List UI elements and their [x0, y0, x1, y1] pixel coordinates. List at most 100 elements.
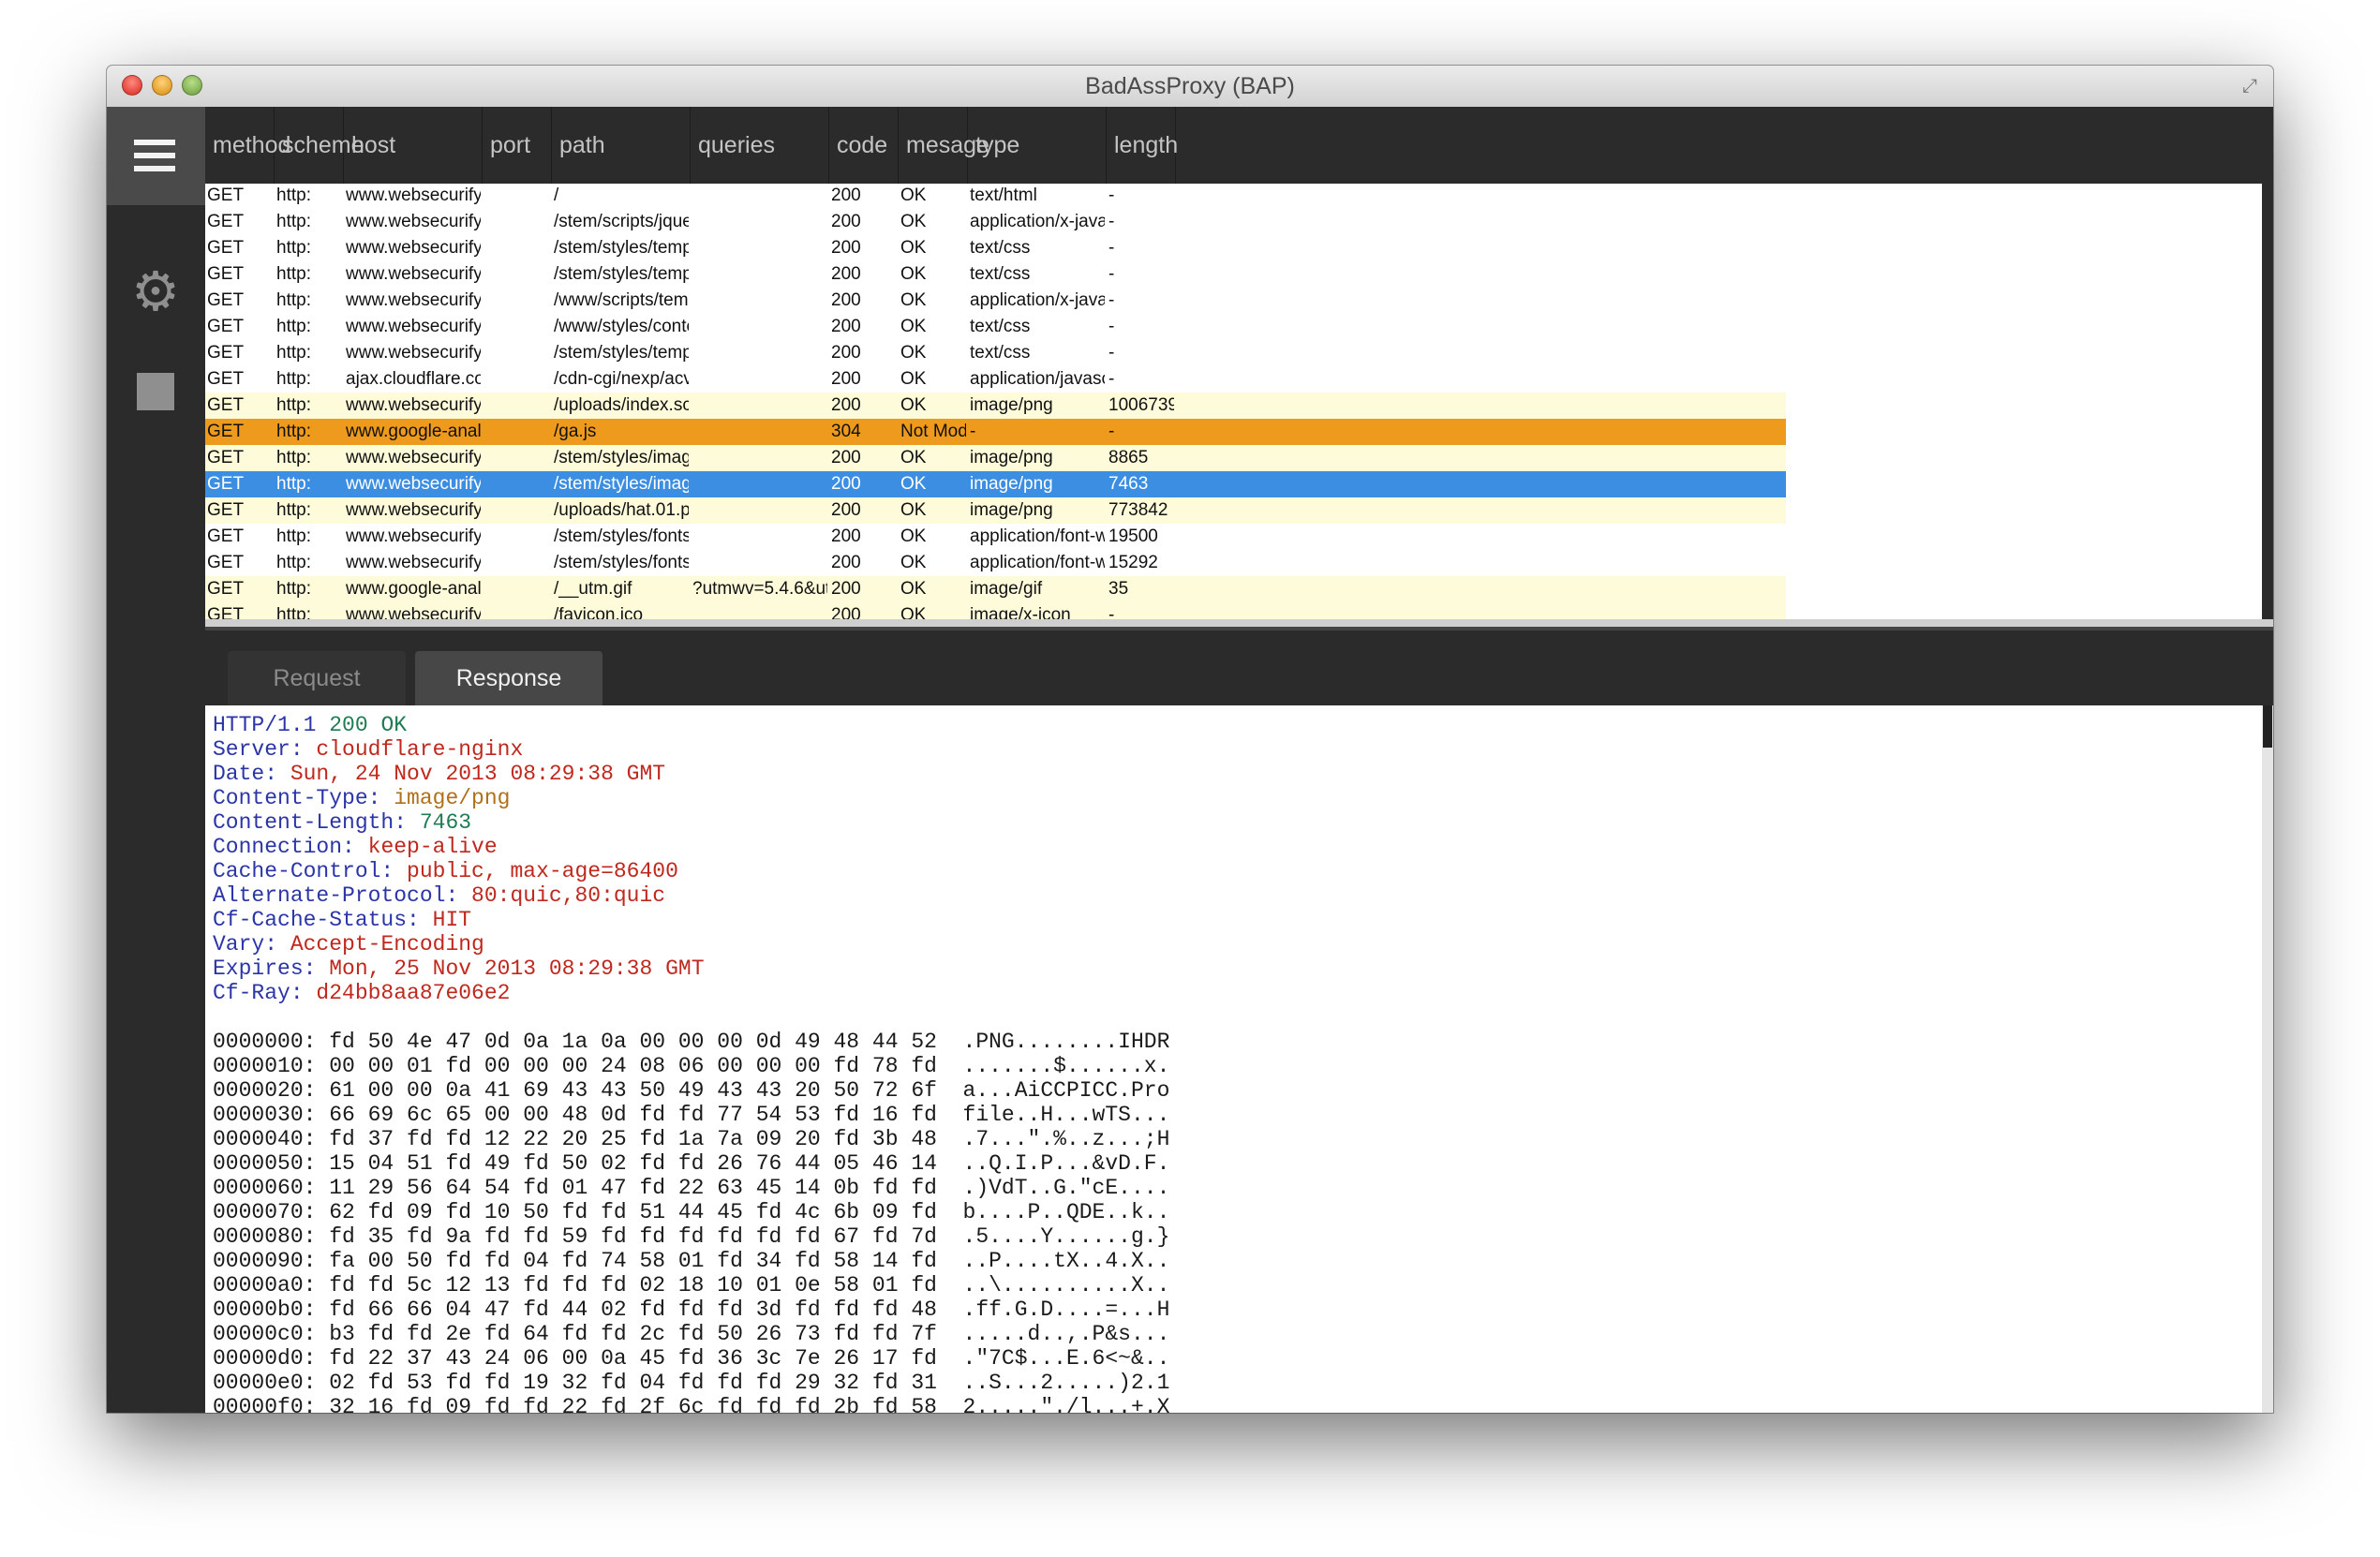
table-row[interactable]: GET http: www.websecurify.com/stem/styles/…	[205, 550, 1786, 576]
cell-port	[484, 393, 550, 419]
response-header: Content-Length: 7463	[213, 810, 1169, 835]
table-row[interactable]: GET http: www.websecurify.com/stem/styles/…	[205, 524, 1786, 550]
fullscreen-icon[interactable]: ⤢	[2239, 76, 2260, 96]
response-scrollbar-thumb[interactable]	[2263, 705, 2272, 748]
cell-message: OK	[900, 448, 927, 467]
cell-host: www.websecurify.com	[346, 238, 481, 258]
cell-message: OK	[900, 264, 927, 284]
header-key: Cf-Cache-Status:	[213, 908, 433, 932]
cell-length: -	[1108, 422, 1115, 441]
cell-type: image/png	[970, 395, 1053, 415]
column-header-type[interactable]: type	[968, 107, 1107, 184]
cell-path: /stem/styles/images/l...	[554, 474, 689, 494]
cell-message: OK	[900, 369, 927, 389]
cell-length: -	[1108, 605, 1115, 619]
cell-code: 200	[831, 369, 861, 389]
cell-message: OK	[900, 290, 927, 310]
table-row[interactable]: GET http: www.websecurify.com/stem/styles/…	[205, 235, 1786, 261]
response-header: Expires: Mon, 25 Nov 2013 08:29:38 GMT	[213, 956, 1169, 981]
cell-queries	[692, 497, 827, 524]
cell-method: GET	[207, 448, 245, 467]
header-key: Vary:	[213, 932, 290, 956]
cell-queries	[692, 314, 827, 340]
status-text: OK	[380, 713, 408, 737]
column-header-host[interactable]: host	[344, 107, 483, 184]
tab-response[interactable]: Response	[415, 651, 602, 705]
table-row[interactable]: GET http: www.google-analytics... /__utm.gi…	[205, 576, 1786, 602]
cell-method: GET	[207, 395, 245, 415]
cell-queries	[692, 340, 827, 366]
header-value: public, max-age=86400	[407, 859, 678, 883]
column-header-path[interactable]: path	[552, 107, 691, 184]
table-row[interactable]: GET http: www.websecurify.com/stem/styles/…	[205, 261, 1786, 288]
header-value: Accept-Encoding	[290, 932, 484, 956]
column-header-queries[interactable]: queries	[691, 107, 829, 184]
table-row[interactable]: GET http: ajax.cloudflare.com/cdn-cgi/nexp…	[205, 366, 1786, 393]
cell-scheme: http:	[276, 395, 311, 415]
response-header: Content-Type: image/png	[213, 786, 1169, 810]
cell-queries	[692, 602, 827, 619]
column-header-mesage[interactable]: mesage	[899, 107, 989, 184]
cell-code: 200	[831, 395, 861, 415]
cell-method: GET	[207, 343, 245, 363]
title-bar: BadAssProxy (BAP) ⤢	[107, 66, 2273, 108]
cell-scheme: http:	[276, 579, 311, 599]
cell-path: /stem/styles/images/...	[554, 448, 689, 467]
cell-length: -	[1108, 212, 1115, 231]
app-window: BadAssProxy (BAP) ⤢ ⚙ method scheme host po…	[107, 66, 2273, 1413]
cell-scheme: http:	[276, 185, 311, 205]
hexdump-line: 00000e0: 02 fd 53 fd fd 19 32 fd 04 fd f…	[213, 1371, 1170, 1395]
gear-icon[interactable]: ⚙	[129, 265, 182, 319]
table-row[interactable]: GET http: www.websecurify.com/uploads/inde…	[205, 393, 1786, 419]
response-text: HTTP/1.1 200 OK Server: cloudflare-nginx D…	[213, 713, 1169, 1413]
column-header-port[interactable]: port	[483, 107, 552, 184]
table-horizontal-scrollbar[interactable]	[205, 619, 2273, 627]
table-row[interactable]: GET http: www.google-analytics... /ga.js 304…	[205, 419, 1786, 445]
cell-scheme: http:	[276, 369, 311, 389]
table-row[interactable]: GET http: www.websecurify.com/stem/styles/…	[205, 445, 1786, 471]
table-row[interactable]: GET http: www.websecurify.com/stem/scripts…	[205, 209, 1786, 235]
cell-host: ajax.cloudflare.com	[346, 369, 481, 389]
cell-method: GET	[207, 369, 245, 389]
cell-port	[484, 261, 550, 288]
header-key: Cf-Ray:	[213, 981, 317, 1005]
cell-type: image/gif	[970, 579, 1043, 599]
cell-queries	[692, 261, 827, 288]
response-header: Server: cloudflare-nginx	[213, 737, 1169, 762]
cell-host: www.websecurify.com	[346, 474, 481, 494]
stop-icon[interactable]	[137, 373, 174, 410]
column-header-length[interactable]: length	[1107, 107, 1178, 184]
cell-port	[484, 209, 550, 235]
cell-host: www.websecurify.com	[346, 212, 481, 231]
cell-scheme: http:	[276, 264, 311, 284]
cell-method: GET	[207, 553, 245, 572]
cell-message: OK	[900, 185, 927, 205]
hexdump-line: 0000010: 00 00 01 fd 00 00 00 24 08 06 0…	[213, 1054, 1170, 1078]
cell-length: 7463	[1108, 474, 1149, 494]
cell-port	[484, 602, 550, 619]
table-row[interactable]: GET http: www.websecurify.com / 200 OK text/ht…	[205, 184, 1786, 209]
hexdump-line: 0000030: 66 69 6c 65 00 00 48 0d fd fd 7…	[213, 1103, 1170, 1127]
response-scrollbar[interactable]	[2262, 705, 2273, 1413]
column-header-code[interactable]: code	[829, 107, 899, 184]
table-row[interactable]: GET http: www.websecurify.com/favicon.ico 2…	[205, 602, 1786, 619]
cell-type: application/javascript	[970, 369, 1105, 389]
table-row[interactable]: GET http: www.websecurify.com/www/scripts/…	[205, 288, 1786, 314]
cell-path: /uploads/hat.01.png	[554, 500, 689, 520]
table-row[interactable]: GET http: www.websecurify.com/uploads/hat.…	[205, 497, 1786, 524]
cell-path: /stem/styles/fonts/Co...	[554, 526, 689, 546]
column-header-method[interactable]: method	[205, 107, 290, 184]
menu-icon[interactable]	[107, 107, 205, 205]
cell-path: /ga.js	[554, 422, 597, 441]
header-value: d24bb8aa87e06e2	[316, 981, 511, 1005]
table-row[interactable]: GET http: www.websecurify.com/stem/styles/…	[205, 340, 1786, 366]
column-header-scheme[interactable]: scheme	[275, 107, 364, 184]
cell-port	[484, 340, 550, 366]
tab-request[interactable]: Request	[228, 651, 406, 705]
cell-host: www.websecurify.com	[346, 343, 481, 363]
table-row[interactable]: GET http: www.websecurify.com/stem/styles/…	[205, 471, 1786, 497]
hexdump-line: 00000f0: 32 16 fd 09 fd fd 22 fd 2f 6c f…	[213, 1395, 1170, 1413]
table-row[interactable]: GET http: www.websecurify.com/www/styles/c…	[205, 314, 1786, 340]
cell-length: 773842	[1108, 500, 1168, 520]
cell-code: 200	[831, 448, 861, 467]
